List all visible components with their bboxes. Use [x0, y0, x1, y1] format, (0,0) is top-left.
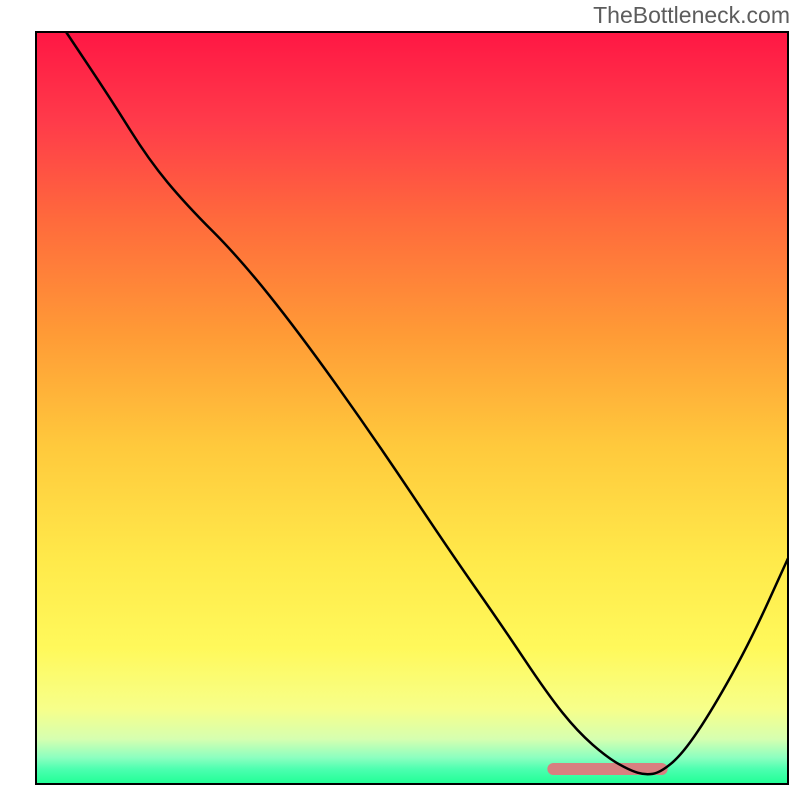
plot-background	[36, 32, 788, 784]
chart-root: TheBottleneck.com	[0, 0, 800, 800]
chart-svg	[0, 0, 800, 800]
watermark-text: TheBottleneck.com	[593, 2, 790, 29]
